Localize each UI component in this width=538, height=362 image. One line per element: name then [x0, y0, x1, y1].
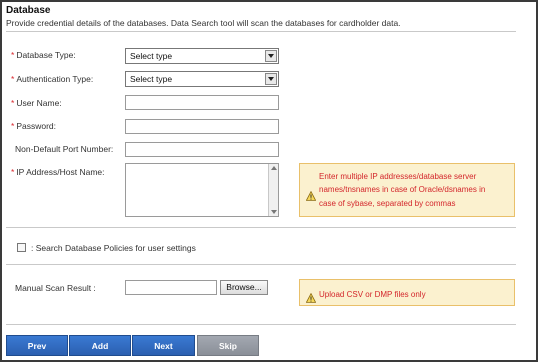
required-marker: * — [11, 50, 15, 60]
warning-triangle-icon — [306, 293, 316, 303]
authentication-type-label-text: Authentication Type: — [16, 74, 94, 84]
chevron-down-icon[interactable] — [265, 50, 277, 62]
authentication-type-label: * Authentication Type: — [11, 74, 93, 84]
required-marker: * — [11, 167, 15, 177]
user-name-label-text: User Name: — [16, 98, 62, 108]
hint-line: Enter multiple IP addresses/database ser… — [319, 172, 477, 181]
scroll-up-icon[interactable] — [271, 166, 277, 170]
manual-scan-file-input[interactable] — [125, 280, 217, 295]
required-marker: * — [11, 98, 15, 108]
add-button[interactable]: Add — [69, 335, 131, 356]
manual-scan-label: Manual Scan Result : — [15, 283, 96, 293]
chevron-down-icon[interactable] — [265, 73, 277, 85]
divider — [6, 264, 516, 265]
port-label: Non-Default Port Number: — [15, 144, 114, 154]
divider — [6, 324, 516, 325]
user-name-input[interactable] — [125, 95, 279, 110]
authentication-type-value: Select type — [130, 74, 173, 84]
page-title: Database — [6, 5, 51, 16]
next-button[interactable]: Next — [132, 335, 195, 356]
required-marker: * — [11, 74, 15, 84]
prev-button[interactable]: Prev — [6, 335, 68, 356]
required-marker: * — [11, 121, 15, 131]
ip-address-label-text: IP Address/Host Name: — [16, 167, 105, 177]
ip-address-hint-text: Enter multiple IP addresses/database ser… — [319, 170, 485, 210]
policies-checkbox[interactable] — [17, 243, 26, 252]
database-type-value: Select type — [130, 51, 173, 61]
hint-line: names/tnsnames in case of Oracle/dsnames… — [319, 185, 486, 195]
port-input[interactable] — [125, 142, 279, 157]
manual-scan-hint: Upload CSV or DMP files only — [299, 279, 515, 306]
policies-checkbox-label: : Search Database Policies for user sett… — [31, 243, 196, 253]
browse-button[interactable]: Browse... — [220, 280, 268, 295]
skip-button[interactable]: Skip — [197, 335, 259, 356]
database-type-label: * Database Type: — [11, 50, 76, 60]
manual-scan-hint-text: Upload CSV or DMP files only — [319, 290, 426, 299]
warning-triangle-icon — [306, 191, 316, 201]
database-panel: Database Provide credential details of t… — [0, 0, 538, 362]
ip-address-label: * IP Address/Host Name: — [11, 167, 105, 177]
divider — [6, 227, 516, 228]
divider — [6, 31, 516, 32]
authentication-type-select[interactable]: Select type — [125, 71, 279, 87]
textarea-scrollbar[interactable] — [268, 164, 278, 216]
scroll-down-icon[interactable] — [271, 210, 277, 214]
password-input[interactable] — [125, 119, 279, 134]
password-label-text: Password: — [16, 121, 56, 131]
ip-address-textarea[interactable] — [125, 163, 279, 217]
password-label: * Password: — [11, 121, 56, 131]
hint-line: case of sybase, separated by commas — [319, 198, 456, 208]
database-type-label-text: Database Type: — [16, 50, 76, 60]
database-type-select[interactable]: Select type — [125, 48, 279, 64]
page-description: Provide credential details of the databa… — [6, 18, 401, 28]
user-name-label: * User Name: — [11, 98, 62, 108]
ip-address-hint: Enter multiple IP addresses/database ser… — [299, 163, 515, 217]
